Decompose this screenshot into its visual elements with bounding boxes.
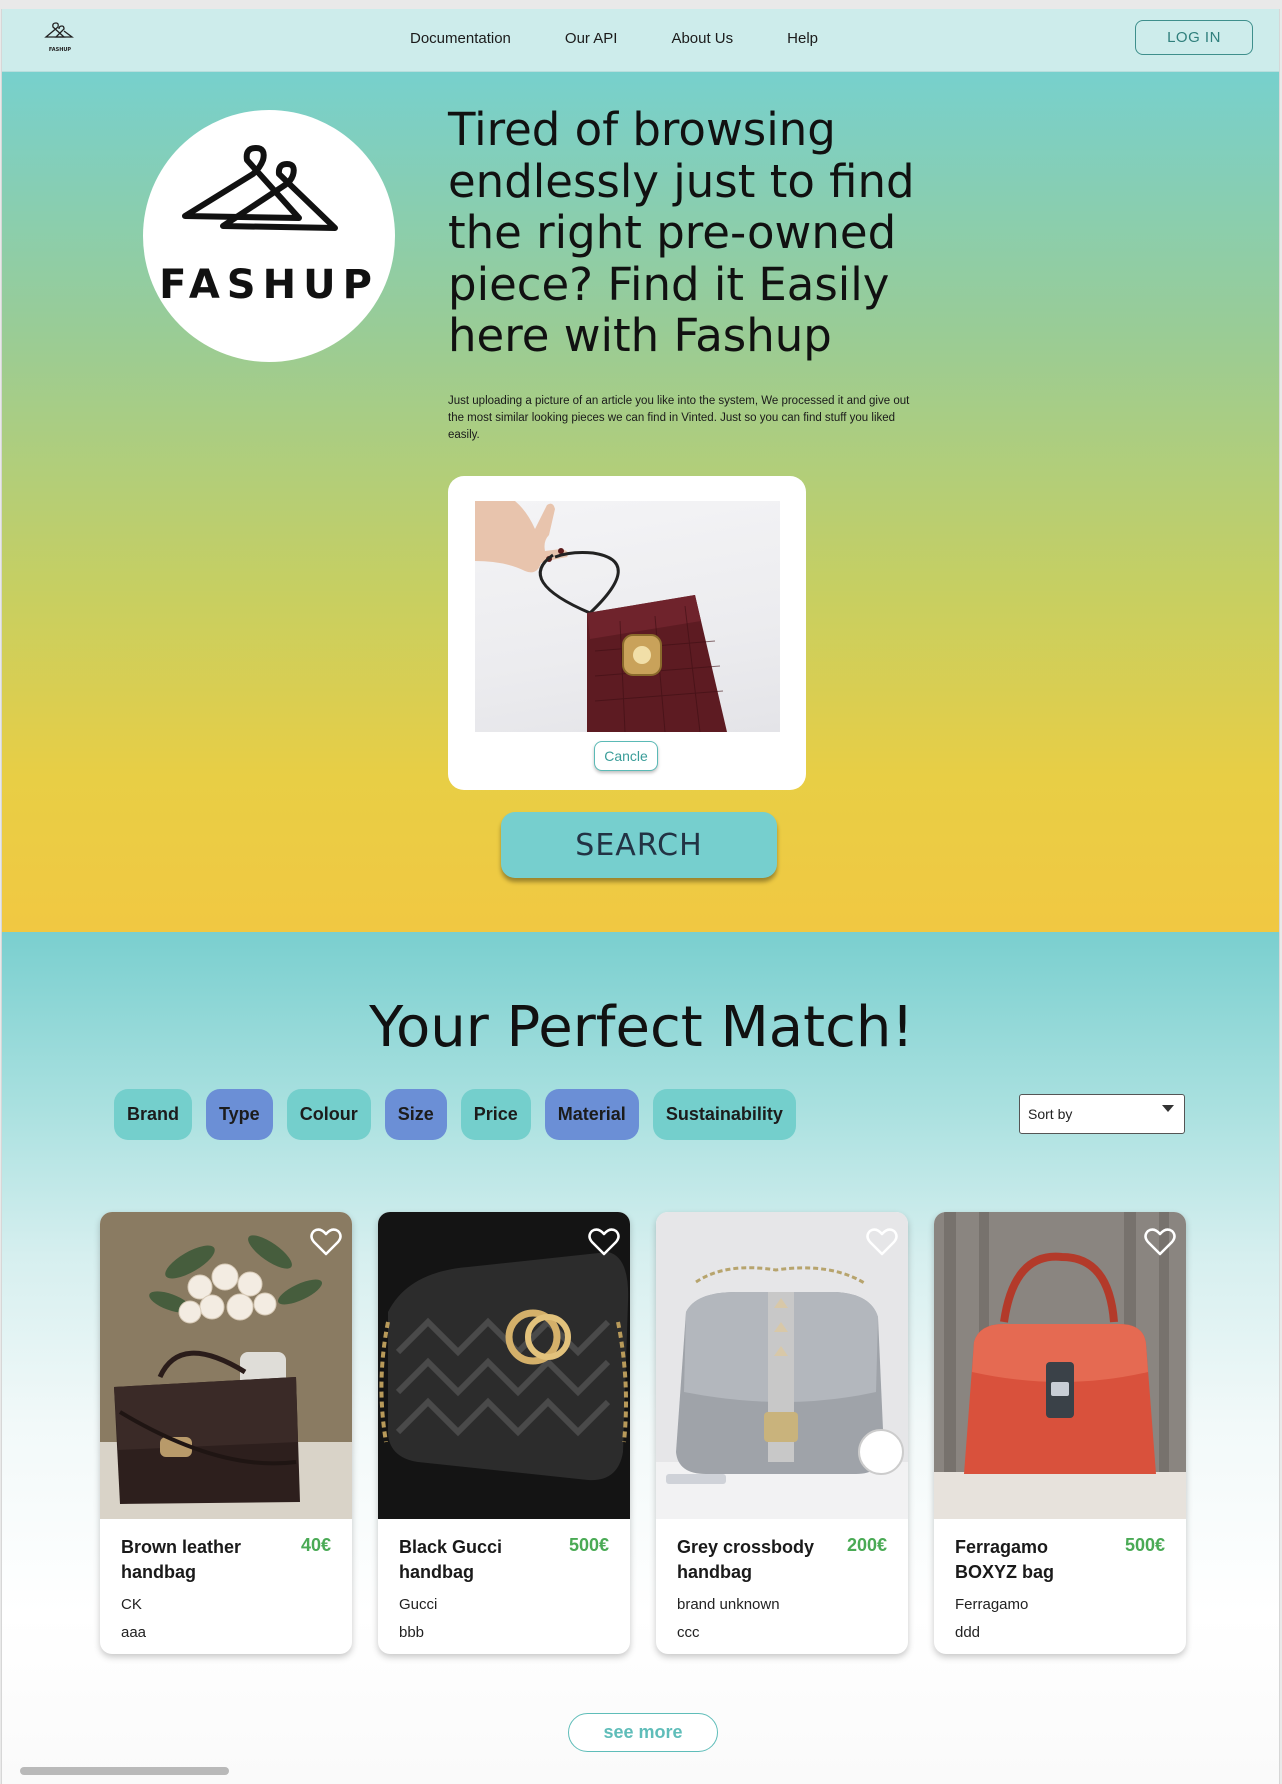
- product-name[interactable]: Brown leather handbag: [121, 1535, 271, 1585]
- filter-size[interactable]: Size: [384, 1089, 447, 1140]
- heart-icon[interactable]: [588, 1228, 620, 1256]
- filter-type[interactable]: Type: [206, 1089, 273, 1140]
- fashup-brand-logo: FASHUP: [143, 110, 395, 362]
- product-price: 200€: [846, 1535, 887, 1555]
- filter-chips: Brand Type Colour Size Price Material Su…: [114, 1089, 810, 1140]
- heart-icon[interactable]: [310, 1228, 342, 1256]
- hero-section: FASHUP Tired of browsing endlessly just …: [2, 72, 1279, 932]
- sort-by-dropdown[interactable]: Sort by: [1019, 1094, 1185, 1134]
- product-card[interactable]: Brown leather handbag 40€ CK aaa: [100, 1212, 352, 1654]
- hanger-icon: [182, 145, 338, 231]
- hero-title: Tired of browsing endlessly just to find…: [448, 103, 915, 362]
- product-brand: brand unknown: [677, 1596, 780, 1613]
- product-price: 500€: [568, 1535, 609, 1555]
- hand-shape: [475, 501, 569, 573]
- product-brand: CK: [121, 1596, 142, 1613]
- app-frame: FASHUP Documentation Our API About Us He…: [1, 9, 1280, 1784]
- product-name[interactable]: Grey crossbody handbag: [677, 1535, 827, 1585]
- hero-description: Just uploading a picture of an article y…: [448, 395, 910, 441]
- filter-sustainability[interactable]: Sustainability: [652, 1089, 796, 1140]
- login-button[interactable]: LOG IN: [1135, 20, 1253, 55]
- filter-colour[interactable]: Colour: [286, 1089, 371, 1140]
- product-image[interactable]: [656, 1212, 908, 1519]
- nav-link-documentation[interactable]: Documentation: [410, 30, 511, 47]
- product-brand: Gucci: [399, 1596, 438, 1613]
- nav-links: Documentation Our API About Us Help: [410, 30, 872, 47]
- top-navbar: FASHUP Documentation Our API About Us He…: [2, 9, 1279, 72]
- product-price: 500€: [1124, 1535, 1165, 1555]
- product-card[interactable]: Ferragamo BOXYZ bag 500€ Ferragamo ddd: [934, 1212, 1186, 1654]
- product-note: aaa: [121, 1624, 147, 1641]
- nav-link-about-us[interactable]: About Us: [671, 30, 733, 47]
- product-price: 40€: [300, 1535, 331, 1555]
- product-note: ddd: [955, 1624, 981, 1641]
- logo-wordmark: FASHUP: [159, 262, 379, 308]
- product-name[interactable]: Black Gucci handbag: [399, 1535, 549, 1585]
- product-image[interactable]: [934, 1212, 1186, 1519]
- heart-icon[interactable]: [866, 1228, 898, 1256]
- caret-down-icon: [1162, 1105, 1174, 1112]
- upload-preview-card: Cancle: [448, 476, 806, 790]
- results-section: Your Perfect Match! Brand Type Colour Si…: [2, 932, 1279, 1784]
- product-note: bbb: [399, 1624, 425, 1641]
- product-card[interactable]: Black Gucci handbag 500€ Gucci bbb: [378, 1212, 630, 1654]
- cancel-button[interactable]: Cancle: [594, 741, 658, 771]
- nav-link-help[interactable]: Help: [787, 30, 818, 47]
- nav-logo-text: FASHUP: [49, 47, 72, 53]
- results-title: Your Perfect Match!: [369, 995, 914, 1060]
- product-brand: Ferragamo: [955, 1596, 1029, 1613]
- horizontal-scrollbar[interactable]: [20, 1767, 229, 1775]
- uploaded-image-preview: [475, 501, 780, 732]
- nav-link-our-api[interactable]: Our API: [565, 30, 618, 47]
- product-card[interactable]: Grey crossbody handbag 200€ brand unknow…: [656, 1212, 908, 1654]
- filter-material[interactable]: Material: [544, 1089, 639, 1140]
- see-more-button[interactable]: see more: [568, 1713, 718, 1752]
- product-note: ccc: [677, 1624, 700, 1641]
- filter-price[interactable]: Price: [460, 1089, 531, 1140]
- fashup-logo-icon[interactable]: FASHUP: [43, 20, 77, 56]
- filter-brand[interactable]: Brand: [114, 1089, 193, 1140]
- product-image[interactable]: [378, 1212, 630, 1519]
- heart-icon[interactable]: [1144, 1228, 1176, 1256]
- search-button[interactable]: SEARCH: [501, 812, 777, 878]
- product-image[interactable]: [100, 1212, 352, 1519]
- sort-by-label: Sort by: [1028, 1106, 1073, 1122]
- product-name[interactable]: Ferragamo BOXYZ bag: [955, 1535, 1105, 1585]
